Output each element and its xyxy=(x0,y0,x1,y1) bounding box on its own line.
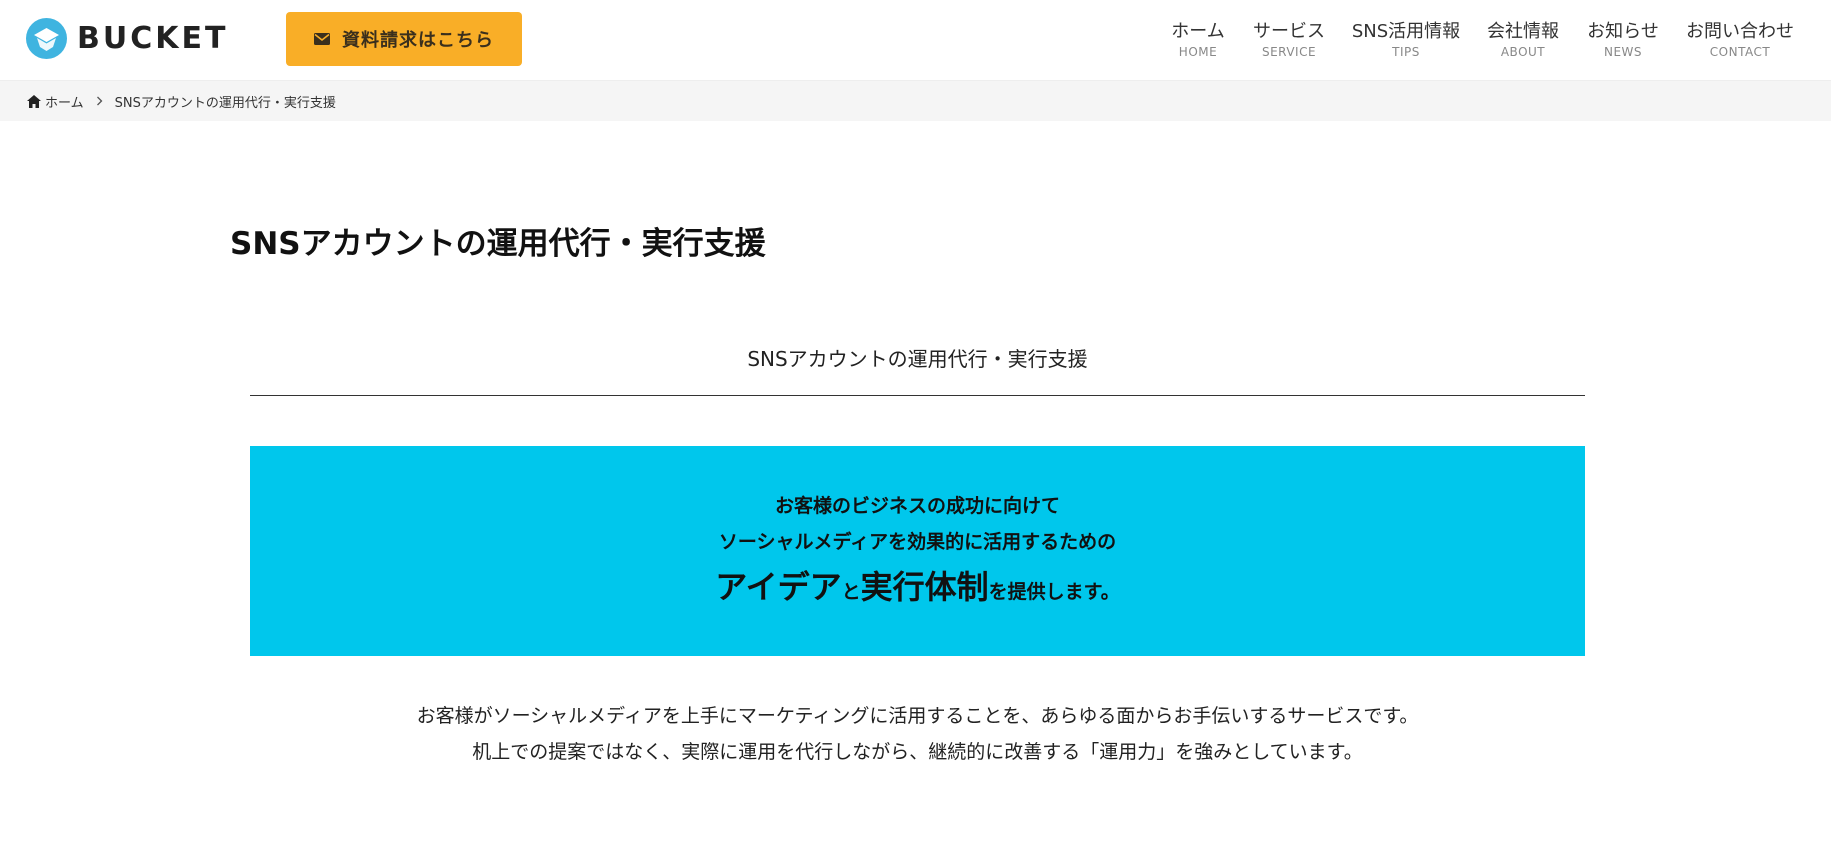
nav-item-contact[interactable]: お問い合わせ CONTACT xyxy=(1686,20,1794,60)
nav-label: お知らせ xyxy=(1587,21,1659,42)
breadcrumb-current: SNSアカウントの運用代行・実行支援 xyxy=(114,95,336,111)
service-description-line-2: 机上での提案ではなく、実際に運用を代行しながら、継続的に改善する「運用力」を強み… xyxy=(472,741,1363,763)
nav-label: サービス xyxy=(1253,21,1325,42)
page-title: SNSアカウントの運用代行・実行支援 xyxy=(230,226,766,262)
nav-label: SNS活用情報 xyxy=(1351,21,1461,42)
nav-label: お問い合わせ xyxy=(1686,21,1794,42)
feature-banner: お客様のビジネスの成功に向けて ソーシャルメディアを効果的に活用するための アイ… xyxy=(250,446,1585,656)
banner-emphasis-execution: 実行体制 xyxy=(860,568,989,606)
banner-line-3: アイデアと実行体制を提供します。 xyxy=(250,562,1585,608)
home-icon xyxy=(27,94,41,108)
nav-sublabel: HOME xyxy=(1178,45,1218,59)
nav-item-tips[interactable]: SNS活用情報 TIPS xyxy=(1352,20,1460,60)
section-title: SNSアカウントの運用代行・実行支援 xyxy=(747,347,1088,371)
chevron-right-icon xyxy=(96,96,103,106)
service-description-line-1: お客様がソーシャルメディアを上手にマーケティングに活用することを、あらゆる面から… xyxy=(416,705,1419,727)
site-header: BUCKET 資料請求はこちら ホーム HOME サービス SERVICE SN… xyxy=(0,0,1831,80)
nav-item-service[interactable]: サービス SERVICE xyxy=(1253,20,1325,60)
breadcrumb-home-link[interactable]: ホーム xyxy=(45,92,84,111)
main-nav: ホーム HOME サービス SERVICE SNS活用情報 TIPS 会社情報 … xyxy=(0,20,1831,64)
nav-item-about[interactable]: 会社情報 ABOUT xyxy=(1487,20,1559,60)
breadcrumb: ホーム SNSアカウントの運用代行・実行支援 xyxy=(0,80,1831,121)
nav-sublabel: ABOUT xyxy=(1500,45,1546,59)
banner-connector: と xyxy=(841,581,861,603)
nav-label: 会社情報 xyxy=(1487,21,1559,42)
nav-sublabel: NEWS xyxy=(1603,45,1643,59)
nav-item-home[interactable]: ホーム HOME xyxy=(1171,20,1224,60)
banner-line-1: お客様のビジネスの成功に向けて xyxy=(774,495,1060,517)
section-divider xyxy=(250,395,1585,396)
banner-line-2: ソーシャルメディアを効果的に活用するための xyxy=(718,531,1117,553)
banner-tail: を提供します。 xyxy=(988,581,1120,603)
nav-item-news[interactable]: お知らせ NEWS xyxy=(1587,20,1659,60)
nav-sublabel: TIPS xyxy=(1392,45,1420,59)
nav-label: ホーム xyxy=(1171,21,1225,42)
banner-emphasis-ideas: アイデア xyxy=(715,568,842,606)
nav-sublabel: CONTACT xyxy=(1709,45,1771,59)
nav-sublabel: SERVICE xyxy=(1261,45,1317,59)
